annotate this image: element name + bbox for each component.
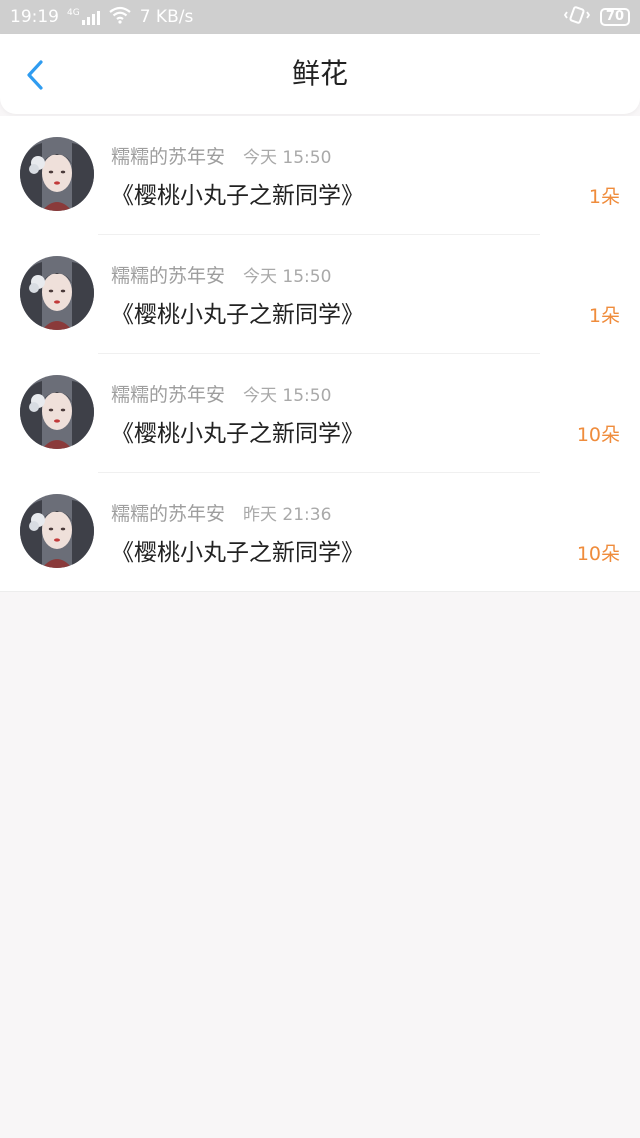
list-item[interactable]: 糯糯的苏年安 今天 15:50 《樱桃小丸子之新同学》 10朵 [0, 354, 640, 473]
page-title: 鲜花 [291, 57, 348, 90]
book-title: 《樱桃小丸子之新同学》 [111, 302, 364, 328]
battery-icon: 70 [599, 8, 630, 26]
list-item[interactable]: 糯糯的苏年安 今天 15:50 《樱桃小丸子之新同学》 1朵 [0, 116, 640, 235]
book-title: 《樱桃小丸子之新同学》 [111, 540, 364, 566]
list-item[interactable]: 糯糯的苏年安 今天 15:50 《樱桃小丸子之新同学》 1朵 [0, 235, 640, 354]
user-name: 糯糯的苏年安 [111, 146, 226, 168]
flower-count: 10朵 [576, 424, 620, 446]
battery-level: 70 [605, 9, 624, 24]
back-arrow-icon[interactable] [18, 58, 52, 92]
timestamp: 昨天 21:36 [243, 505, 332, 525]
network-speed: 7 KB/s [139, 7, 194, 27]
avatar[interactable] [20, 137, 94, 211]
divider [0, 591, 640, 592]
status-time: 19:19 [10, 7, 59, 27]
signal-icon: 4G [67, 9, 100, 25]
timestamp: 今天 15:50 [243, 148, 332, 168]
flower-count: 10朵 [576, 543, 620, 565]
vibrate-icon [563, 5, 590, 29]
flower-count: 1朵 [588, 186, 620, 208]
user-name: 糯糯的苏年安 [111, 265, 226, 287]
user-name: 糯糯的苏年安 [111, 503, 226, 525]
book-title: 《樱桃小丸子之新同学》 [111, 421, 364, 447]
header: 鲜花 [0, 34, 640, 114]
user-name: 糯糯的苏年安 [111, 384, 226, 406]
status-bar: 19:19 4G 7 KB/s 70 [0, 0, 640, 34]
wifi-icon [108, 6, 132, 29]
flower-count: 1朵 [588, 305, 620, 327]
avatar[interactable] [20, 494, 94, 568]
avatar[interactable] [20, 375, 94, 449]
timestamp: 今天 15:50 [243, 267, 332, 287]
list-item[interactable]: 糯糯的苏年安 昨天 21:36 《樱桃小丸子之新同学》 10朵 [0, 473, 640, 592]
flower-list: 糯糯的苏年安 今天 15:50 《樱桃小丸子之新同学》 1朵 糯糯的苏年安 今天… [0, 116, 640, 592]
network-type: 4G [67, 8, 80, 18]
timestamp: 今天 15:50 [243, 386, 332, 406]
book-title: 《樱桃小丸子之新同学》 [111, 183, 364, 209]
avatar[interactable] [20, 256, 94, 330]
